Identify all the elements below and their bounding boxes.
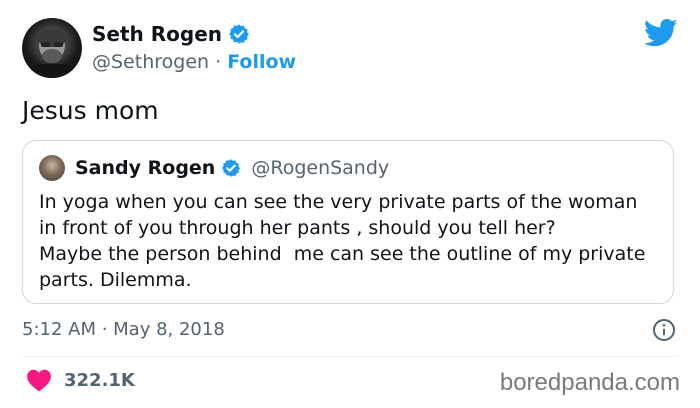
- handle-separator: ·: [215, 51, 222, 73]
- quoted-tweet-line: parts. Dilemma.: [39, 269, 192, 291]
- quoted-tweet-card[interactable]: Sandy Rogen @RogenSandy In yoga when you…: [22, 140, 674, 304]
- author-handle-row: @Sethrogen · Follow: [92, 50, 296, 74]
- author-handle[interactable]: @Sethrogen: [92, 51, 209, 73]
- quoted-author-handle: @RogenSandy: [251, 157, 390, 179]
- likes-row[interactable]: 322.1K: [26, 368, 135, 392]
- watermark: boredpanda.com: [499, 369, 680, 396]
- author-display-name[interactable]: Seth Rogen: [92, 22, 222, 46]
- quoted-author-avatar: [39, 155, 65, 181]
- divider: [22, 356, 678, 357]
- tweet-timestamp[interactable]: 5:12 AM · May 8, 2018: [22, 318, 225, 342]
- quoted-tweet-line: in front of you through her pants , shou…: [39, 217, 556, 239]
- quoted-tweet-header: Sandy Rogen @RogenSandy: [39, 155, 389, 181]
- follow-button[interactable]: Follow: [227, 51, 296, 73]
- verified-badge-icon: [229, 24, 249, 44]
- info-icon[interactable]: [652, 318, 676, 342]
- author-name-row: Seth Rogen: [92, 22, 250, 46]
- tweet-text: Jesus mom: [22, 96, 159, 125]
- author-avatar[interactable]: [22, 18, 82, 78]
- heart-icon[interactable]: [26, 368, 52, 392]
- quoted-tweet-body: In yoga when you can see the very privat…: [39, 189, 659, 293]
- quoted-tweet-line: In yoga when you can see the very privat…: [39, 191, 638, 213]
- quoted-author-name: Sandy Rogen: [75, 157, 216, 179]
- verified-badge-icon: [222, 159, 241, 177]
- like-count: 322.1K: [64, 369, 135, 391]
- quoted-tweet-line: Maybe the person behind me can see the o…: [39, 243, 646, 265]
- twitter-bird-icon[interactable]: [644, 18, 678, 48]
